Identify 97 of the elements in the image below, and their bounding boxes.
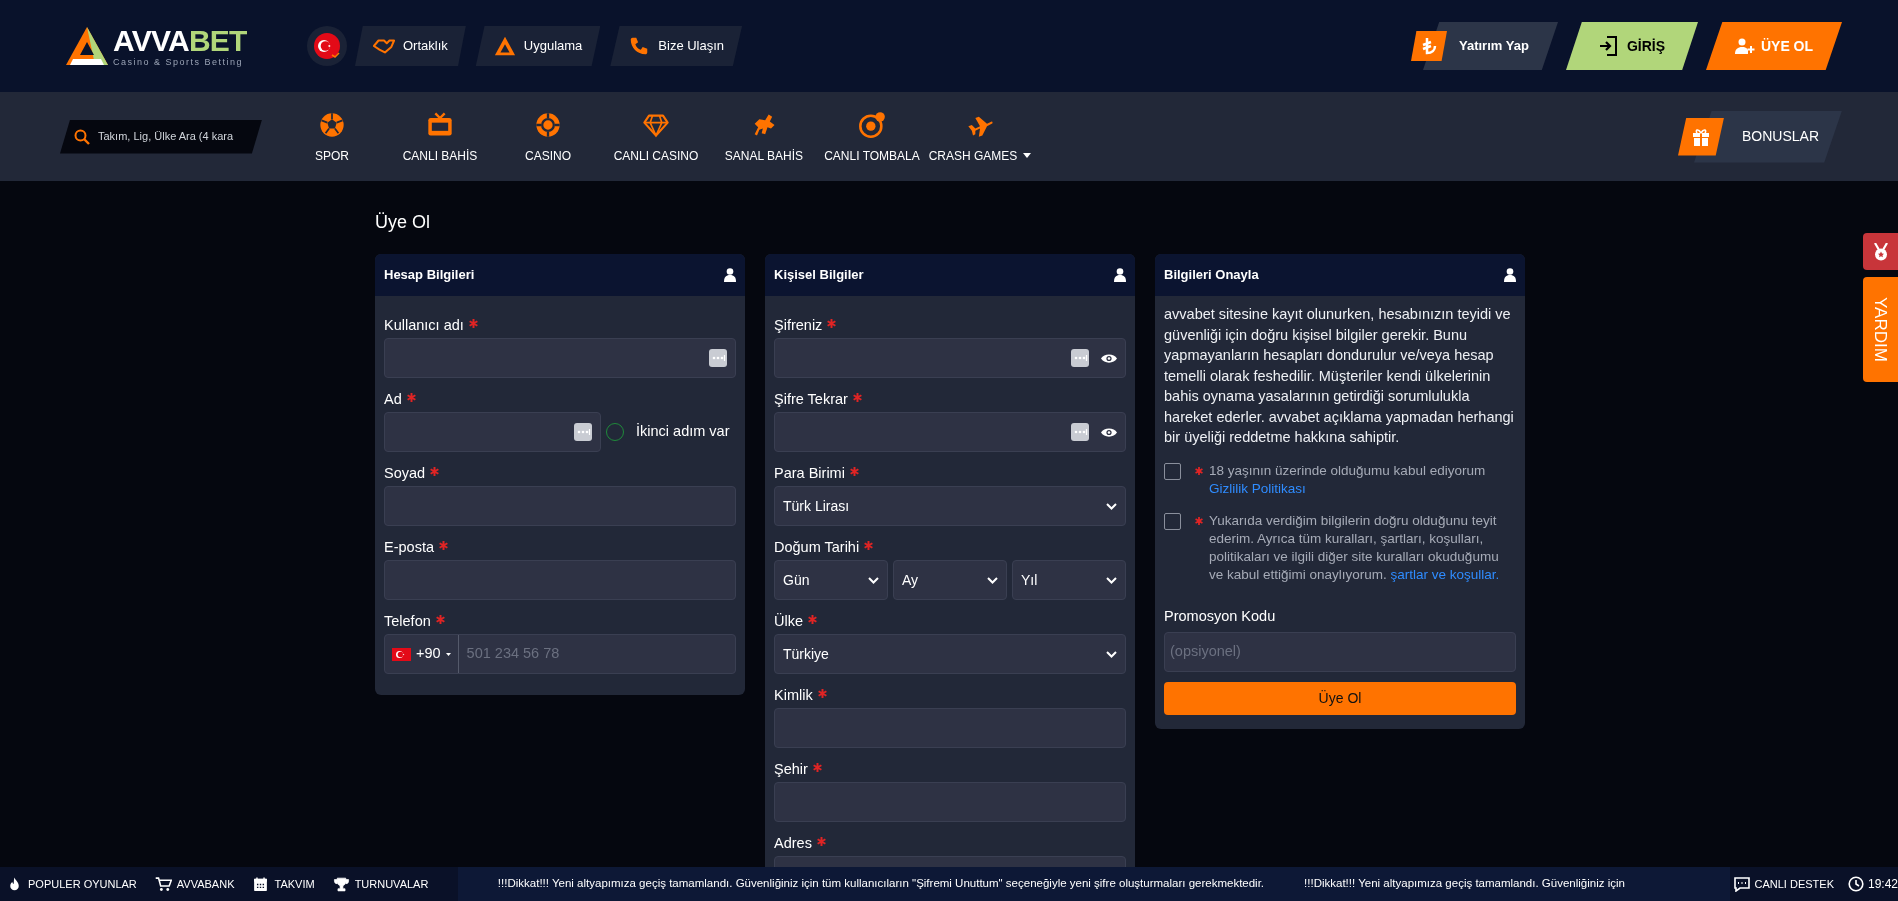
input-field[interactable]	[384, 560, 736, 600]
chevron-down-icon	[987, 576, 998, 584]
info-paragraph: avvabet sitesine kayıt olunurken, hesabınızın teyidi ve güvenliği için doğru kişisel bilgiler gerekir. Bunu yapmayanların hesapları dondurulur ve/veya hesap temelli olarak feshedilir. Müşteriler kendi ülkelerinin bahis oynama yasalarının getirdiği sorumlulukla hareket ederler. avvabet açıklama yapmadan herhangi bir üyeliği reddetme hakkına sahiptir.	[1164, 305, 1515, 447]
medal-icon	[1871, 242, 1890, 261]
add-user-icon	[1734, 38, 1755, 54]
nav-item[interactable]: SANAL BAHİS	[710, 108, 818, 165]
logo-wordmark: BET	[188, 25, 247, 56]
turkish-flag-icon	[392, 647, 411, 661]
checkbox[interactable]	[1164, 512, 1181, 530]
card-title: Kişisel Bilgiler	[774, 266, 864, 285]
nav-item[interactable]: CANLI BAHİS	[386, 108, 494, 165]
select-field[interactable]: Yıl	[1012, 560, 1126, 600]
nav-item[interactable]: CANLI CASINO	[602, 108, 710, 165]
field-label: Şehir	[774, 760, 808, 780]
input-field[interactable]	[384, 338, 736, 378]
logo-tagline: Casino & Sports Betting	[113, 57, 245, 67]
language-button[interactable]	[307, 26, 347, 66]
chevron-down-icon	[1106, 576, 1117, 584]
card-title: Hesap Bilgileri	[384, 266, 475, 285]
user-icon	[1504, 268, 1516, 282]
input-field[interactable]	[774, 708, 1126, 748]
field-label: Soyad	[384, 464, 426, 484]
country-code: +90	[416, 644, 441, 664]
user-icon	[1114, 268, 1126, 282]
bingo-ball-icon	[858, 110, 886, 139]
gift-icon	[1692, 127, 1710, 146]
clock-time: 19:42	[1867, 876, 1898, 893]
field-label: Kullanıcı adı	[384, 316, 464, 336]
field-label: Şifre Tekrar	[774, 390, 848, 410]
search-field[interactable]: Takım, Lig, Ülke Ara (4 kara	[60, 119, 262, 154]
field-label: Ülke	[774, 612, 803, 632]
triangle-logo-icon	[493, 35, 516, 57]
casino-chip-icon	[534, 110, 562, 139]
input-field[interactable]	[384, 486, 736, 526]
nav-item[interactable]: SPOR	[278, 108, 386, 165]
cart-icon	[154, 875, 172, 893]
chevron-down-icon	[868, 576, 879, 584]
policy-link[interactable]: şartlar ve koşullar.	[1390, 566, 1500, 582]
select-field[interactable]: Türkiye	[774, 634, 1126, 674]
login-door-icon	[1598, 36, 1617, 56]
select-field[interactable]: Gün	[774, 560, 888, 600]
chevron-down-icon	[1106, 502, 1117, 510]
calendar-icon	[252, 875, 270, 893]
field-label: Telefon	[384, 612, 431, 632]
user-icon	[724, 268, 736, 282]
chat-icon	[1733, 876, 1750, 892]
tv-icon	[426, 110, 454, 139]
lira-icon	[1421, 37, 1437, 55]
turkish-flag-icon	[314, 33, 340, 59]
logo-wordmark: AVVA	[113, 25, 189, 56]
chevron-down-icon	[1106, 650, 1117, 658]
nav-item[interactable]: CASINO	[494, 108, 602, 165]
password-field[interactable]	[774, 338, 1126, 378]
input-field[interactable]	[774, 782, 1126, 822]
caret-icon	[445, 652, 451, 656]
live-support-link[interactable]: CANLI DESTEK	[1733, 875, 1834, 893]
eye-icon	[1101, 352, 1117, 364]
triangle-logo-icon	[65, 26, 109, 66]
search-icon	[74, 128, 90, 145]
login-button[interactable]: GİRİŞ	[1566, 22, 1698, 70]
trophy-icon	[332, 875, 350, 893]
phone-field[interactable]: +90 501 234 56 78	[384, 634, 736, 674]
field-label: Adres	[774, 834, 812, 854]
bottom-nav-item[interactable]: POPULER OYUNLAR	[6, 875, 137, 893]
field-label: Şifreniz	[774, 316, 823, 336]
bottom-nav-item[interactable]: TURNUVALAR	[332, 875, 429, 893]
card-title: Bilgileri Onayla	[1164, 266, 1259, 285]
nav-item[interactable]: CRASH GAMES	[926, 108, 1034, 165]
top-link[interactable]: Bize Ulaşın	[610, 26, 743, 66]
input-field[interactable]	[384, 412, 601, 452]
field-label: Promosyon Kodu	[1164, 606, 1277, 626]
select-field[interactable]: Ay	[893, 560, 1007, 600]
announcement-text: !!!Dikkat!!! Yeni altyapımıza geçiş tamamlandı. Güvenliğiniz için tüm kullanıcıların "Şifremi Unuttum" seçeneğiyle yeni şifre oluşturmaları gerekmektedir.	[497, 876, 1265, 892]
announcement-text: !!!Dikkat!!! Yeni altyapımıza geçiş tamamlandı. Güvenliğiniz için	[1304, 876, 1625, 892]
consent-text: 18 yaşının üzerinde olduğumu kabul ediyorum Gizlilik Politikası	[1209, 461, 1487, 498]
field-label: Kimlik	[774, 686, 813, 706]
password-field[interactable]	[774, 412, 1126, 452]
policy-link[interactable]: Gizlilik Politikası	[1209, 480, 1306, 496]
field-label: E-posta	[384, 538, 434, 558]
field-label: Doğum Tarihi	[774, 538, 860, 558]
top-link[interactable]: Uygulama	[475, 26, 601, 66]
register-submit-button[interactable]: Üye Ol	[1164, 682, 1516, 716]
top-link[interactable]: Ortaklık	[355, 26, 466, 66]
bottom-nav-item[interactable]: TAKVIM	[252, 875, 315, 893]
page-title: Üye Ol	[375, 211, 431, 234]
consent-text: Yukarıda verdiğim bilgilerin doğru olduğunu teyit ederim. Ayrıca tüm kuralları, şartları, koşulları, politikaları ve ilgili diğer site kuralları okuduğumu ve kabul ettiğimi onaylıyorum. şartlar ve koşullar.	[1209, 511, 1501, 584]
soccer-ball-icon	[318, 110, 346, 139]
nav-item[interactable]: CANLI TOMBALA	[818, 108, 926, 165]
select-field[interactable]: Türk Lirası	[774, 486, 1126, 526]
toggle-option[interactable]: İkinci adım var	[606, 421, 730, 443]
eye-icon	[1101, 426, 1117, 438]
bottom-nav-item[interactable]: AVVABANK	[154, 875, 235, 893]
field-label: Ad	[384, 390, 402, 410]
field-label: Para Birimi	[774, 464, 845, 484]
badge-tab[interactable]	[1863, 233, 1898, 270]
checkbox[interactable]	[1164, 462, 1181, 480]
clock-icon	[1847, 876, 1864, 892]
